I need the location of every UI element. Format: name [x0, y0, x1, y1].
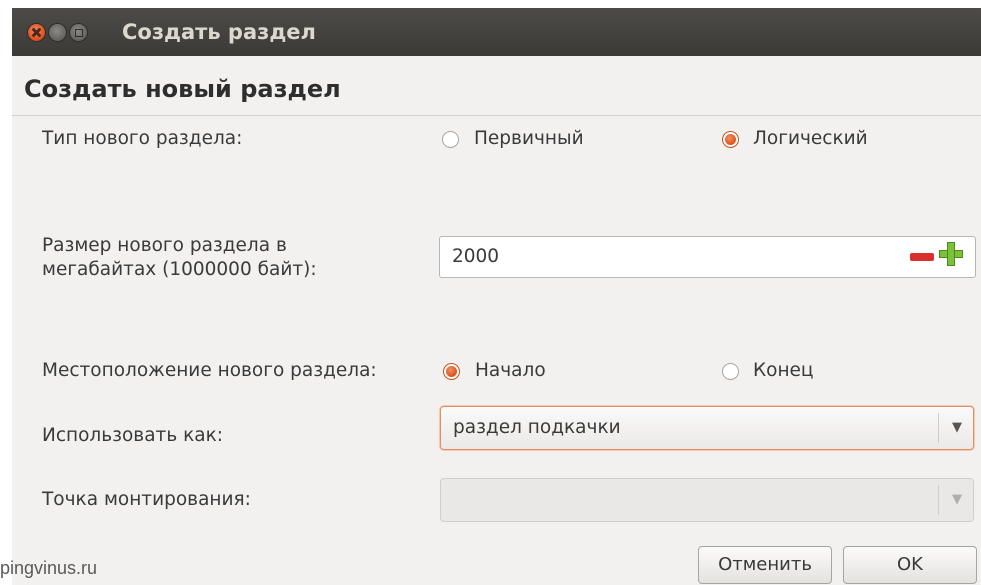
radio-end[interactable]: [722, 363, 739, 380]
ok-button[interactable]: OK: [843, 546, 977, 584]
minus-icon[interactable]: [910, 253, 934, 261]
radio-end-label[interactable]: Конец: [753, 359, 814, 383]
window-title: Создать раздел: [122, 20, 316, 44]
radio-primary[interactable]: [442, 131, 459, 148]
title-bar[interactable]: Создать раздел: [12, 8, 981, 56]
heading-divider: [12, 115, 981, 116]
dropdown-arrow-icon: ▼: [952, 492, 962, 507]
maximize-window-icon[interactable]: [70, 24, 87, 41]
plus-icon[interactable]: [939, 242, 963, 266]
use-as-label: Использовать как:: [42, 425, 224, 446]
use-as-value: раздел подкачки: [453, 417, 621, 438]
radio-logical-label[interactable]: Логический: [753, 127, 868, 151]
dropdown-arrow-icon[interactable]: ▼: [952, 420, 962, 435]
mount-point-label: Точка монтирования:: [42, 489, 251, 510]
use-as-dropdown[interactable]: раздел подкачки ▼: [440, 406, 974, 450]
dialog-heading: Создать новый раздел: [24, 75, 341, 103]
close-window-icon[interactable]: [28, 24, 45, 41]
size-value[interactable]: 2000: [452, 246, 499, 267]
size-spin-field[interactable]: 2000: [439, 236, 976, 278]
create-partition-dialog: Создать раздел Создать новый раздел Тип …: [12, 8, 981, 585]
radio-logical[interactable]: [722, 131, 739, 148]
size-label-line2: мегабайтах (1000000 байт):: [42, 259, 317, 280]
size-label-line1: Размер нового раздела в: [42, 235, 287, 256]
radio-beginning[interactable]: [443, 363, 460, 380]
radio-primary-label[interactable]: Первичный: [474, 127, 584, 151]
mount-point-dropdown: ▼: [440, 478, 974, 522]
minimize-window-icon[interactable]: [49, 24, 66, 41]
radio-beginning-label[interactable]: Начало: [475, 359, 546, 383]
watermark: pingvinus.ru: [0, 558, 98, 578]
partition-type-label: Тип нового раздела:: [42, 128, 243, 149]
cancel-button[interactable]: Отменить: [698, 546, 832, 584]
location-label: Местоположение нового раздела:: [42, 360, 377, 381]
